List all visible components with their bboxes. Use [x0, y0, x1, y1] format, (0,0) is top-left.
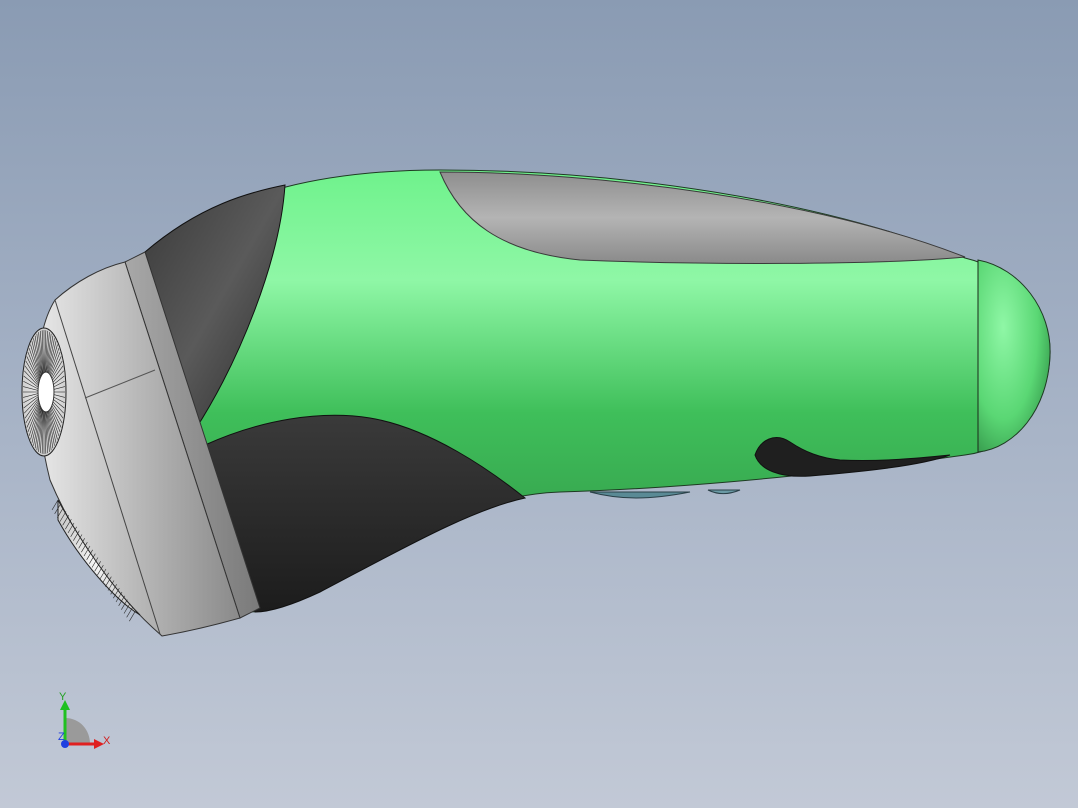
y-axis-label: Y [59, 691, 67, 703]
cutter-blade-line [126, 607, 133, 618]
cad-viewport[interactable]: Y X Z [0, 0, 1078, 808]
coordinate-triad: Y X Z [58, 691, 111, 749]
z-axis-label: Z [58, 731, 65, 743]
cutter-hub [37, 371, 55, 413]
end-cap [977, 259, 1051, 453]
button-under-2[interactable] [707, 489, 741, 495]
x-axis-label: X [103, 735, 111, 747]
shaver-model-render[interactable]: Y X Z [0, 0, 1078, 808]
triad-plane [65, 718, 90, 744]
cutter-blade-line [129, 611, 136, 622]
upper-cutter [21, 327, 67, 457]
button-under[interactable] [589, 491, 691, 499]
cutter-blade-line [51, 499, 59, 511]
